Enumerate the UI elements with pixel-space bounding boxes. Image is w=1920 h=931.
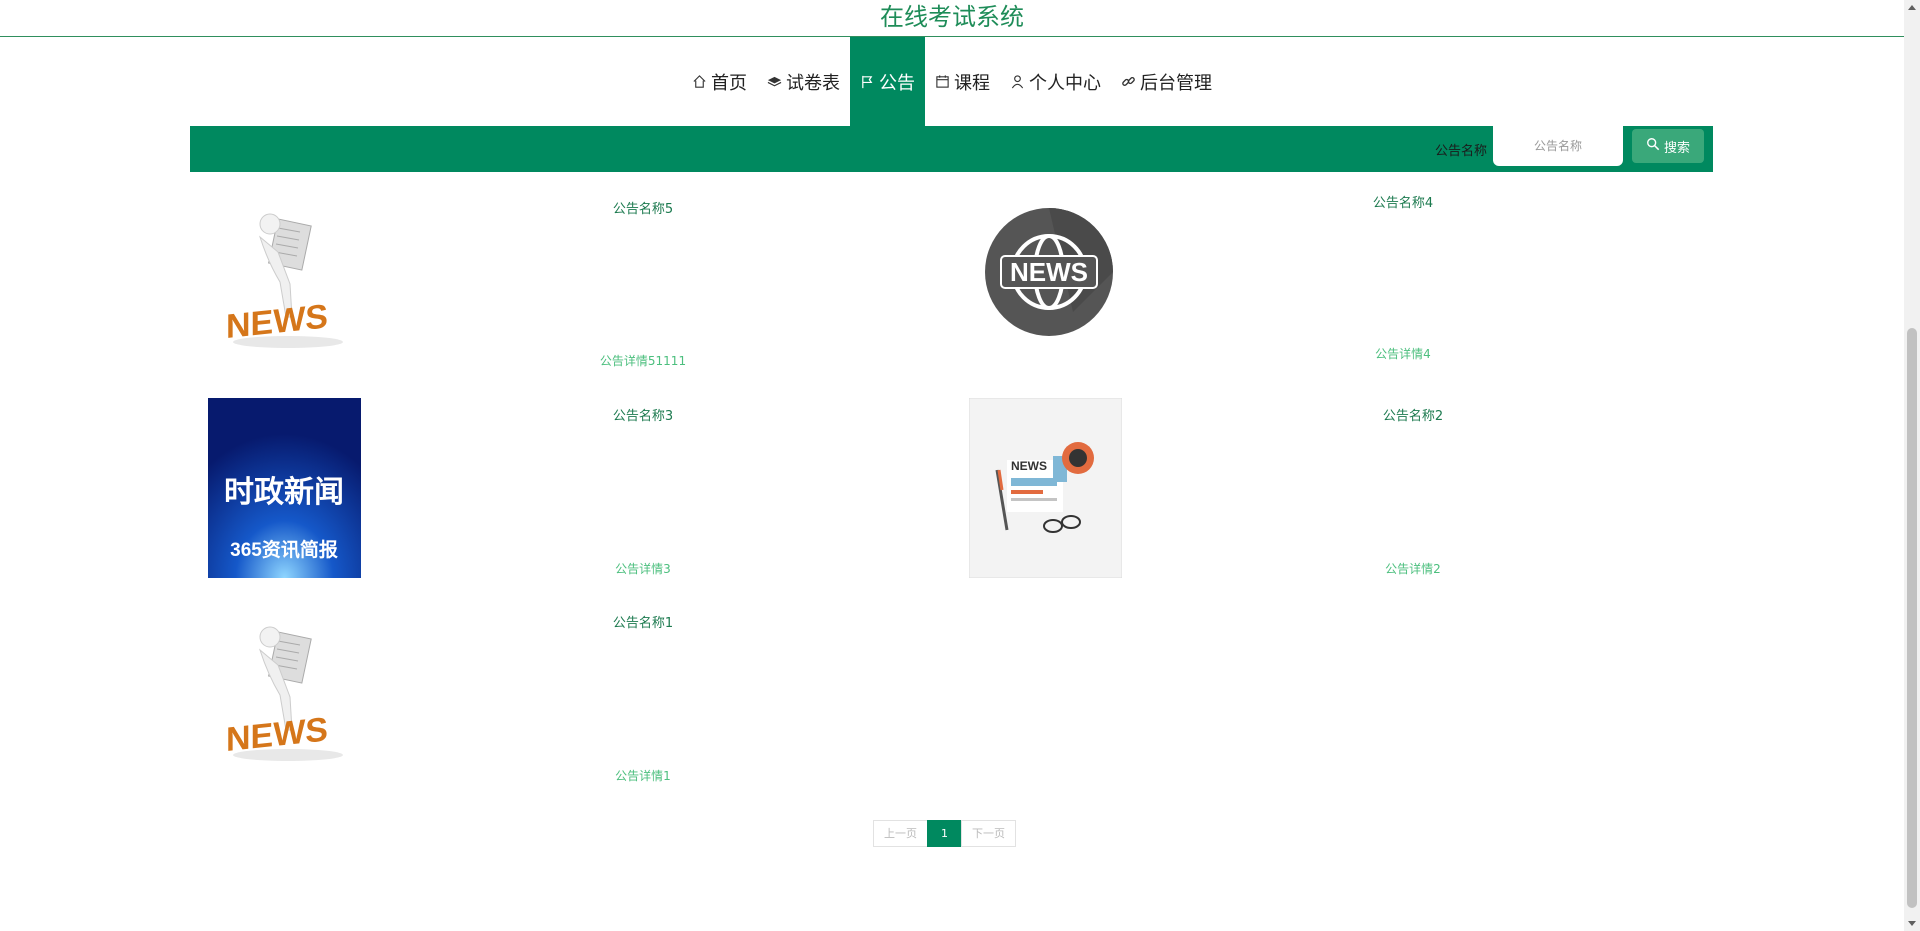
search-button[interactable]: 搜索 (1632, 129, 1704, 163)
layers-icon (767, 74, 782, 89)
news-flat-image[interactable]: NEWS (968, 397, 1123, 579)
svg-text:NEWS: NEWS (1010, 257, 1088, 287)
calendar-icon (935, 74, 950, 89)
notice-detail: 公告详情3 (615, 562, 671, 576)
pagination: 上一页 1 下一页 (873, 820, 1016, 847)
notice-detail: 公告详情1 (615, 769, 671, 783)
next-page-button[interactable]: 下一页 (961, 820, 1016, 847)
scroll-thumb[interactable] (1907, 328, 1917, 908)
nav-label: 后台管理 (1140, 72, 1212, 94)
search-icon (1646, 137, 1660, 155)
user-icon (1010, 74, 1025, 89)
image-sub-text: 365资讯简报 (230, 538, 338, 561)
nav-exam-papers[interactable]: 试卷表 (757, 37, 850, 126)
notice-title[interactable]: 公告名称1 (493, 612, 793, 631)
search-label: 公告名称 (1434, 144, 1487, 159)
notice-title[interactable]: 公告名称4 (1253, 192, 1553, 211)
scroll-down-icon[interactable] (1908, 921, 1916, 926)
nav-notice[interactable]: 公告 (850, 37, 925, 126)
search-input[interactable] (1493, 126, 1623, 166)
scroll-up-icon[interactable] (1908, 5, 1916, 10)
nav-label: 试卷表 (786, 72, 840, 94)
news-figure-image[interactable]: NEWS (208, 192, 361, 372)
home-icon (692, 74, 707, 89)
page-number-button[interactable]: 1 (927, 820, 962, 847)
nav-label: 首页 (711, 72, 747, 94)
notice-detail: 公告详情51111 (599, 354, 687, 368)
nav-label: 课程 (954, 72, 990, 94)
news-globe-image[interactable]: NEWS (973, 192, 1126, 372)
news-figure-image[interactable]: NEWS (208, 605, 361, 785)
political-news-image[interactable]: 时政新闻 365资讯简报 (208, 398, 361, 578)
notice-detail: 公告详情4 (1375, 347, 1431, 361)
site-title: 在线考试系统 (0, 0, 1904, 37)
nav-label: 个人中心 (1029, 72, 1101, 94)
notice-card[interactable]: NEWS 公告名称1 公告详情1 (193, 605, 953, 795)
vertical-scrollbar[interactable] (1904, 0, 1920, 931)
nav-label: 公告 (879, 72, 915, 94)
notice-title[interactable]: 公告名称2 (1263, 405, 1563, 424)
notice-card[interactable]: NEWS 公告名称2 公告详情2 (953, 397, 1713, 588)
notice-card[interactable]: 时政新闻 365资讯简报 公告名称3 公告详情3 (193, 398, 953, 588)
prev-page-button[interactable]: 上一页 (873, 820, 928, 847)
main-nav: 首页 试卷表 公告 课程 个人中心 后台管理 (0, 37, 1904, 126)
search-button-label: 搜索 (1663, 140, 1690, 156)
svg-text:NEWS: NEWS (1011, 459, 1047, 473)
flag-icon (860, 74, 875, 89)
nav-courses[interactable]: 课程 (925, 37, 1000, 126)
notice-card[interactable]: NEWS 公告名称5 公告详情51111 (193, 192, 953, 382)
search-bar: 公告名称 搜索 (190, 126, 1713, 172)
link-icon (1121, 74, 1136, 89)
notice-title[interactable]: 公告名称5 (493, 198, 793, 217)
notice-title[interactable]: 公告名称3 (493, 405, 793, 424)
notice-detail: 公告详情2 (1385, 562, 1441, 576)
nav-profile[interactable]: 个人中心 (1000, 37, 1111, 126)
nav-home[interactable]: 首页 (682, 37, 757, 126)
nav-admin[interactable]: 后台管理 (1111, 37, 1222, 126)
image-main-text: 时政新闻 (224, 476, 344, 509)
notice-card[interactable]: NEWS 公告名称4 公告详情4 (953, 192, 1713, 382)
